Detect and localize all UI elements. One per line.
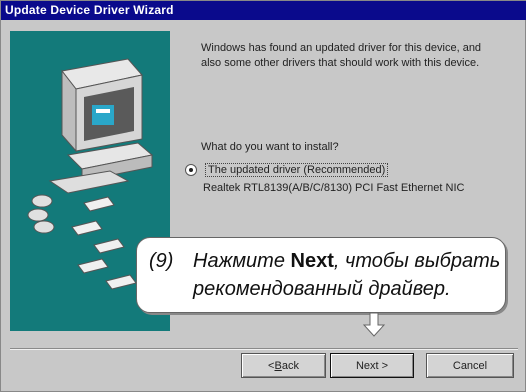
next-button[interactable]: Next > [330,353,414,378]
window-title: Update Device Driver Wizard [5,3,174,17]
callout-line-1: Нажмите Next, чтобы выбрать [193,250,500,273]
next-label: Next > [355,359,389,372]
option-updated-driver[interactable]: The updated driver (Recommended) [185,163,389,177]
callout-line-2: рекомендованный драйвер. [193,278,451,300]
cancel-label: Cancel [452,359,488,372]
back-button[interactable]: < Back [241,353,326,378]
cancel-button[interactable]: Cancel [426,353,514,378]
callout-line-1-pre: Нажмите [193,250,285,272]
window-icon-on-screen [92,105,114,125]
install-question: What do you want to install? [201,141,339,153]
callout-next-bold: Next [290,250,334,272]
back-label-suffix: ack [281,359,299,372]
message-line-2: also some other drivers that should work… [201,57,480,69]
radio-selected-icon[interactable] [185,164,197,177]
instruction-callout: (9) Нажмите Next, чтобы выбрать рекоменд… [136,237,506,313]
callout-line-1-post: , чтобы выбрать [333,250,501,272]
cd-disks-icon [27,194,55,234]
step-number: (9) [149,250,174,272]
message-line-1: Windows has found an updated driver for … [201,42,482,54]
keyboard [48,170,130,194]
back-label-mnemonic: B [274,359,282,372]
wizard-window: Update Device Driver Wizard Windows has … [0,0,526,392]
down-arrow-icon [362,313,386,337]
found-driver-message: Windows has found an updated driver for … [201,41,521,71]
option-label[interactable]: The updated driver (Recommended) [205,163,389,177]
title-bar[interactable]: Update Device Driver Wizard [1,1,526,20]
driver-detail: Realtek RTL8139(A/B/C/8130) PCI Fast Eth… [203,182,465,194]
window-icon-bar [96,109,110,113]
button-divider [10,348,518,350]
floppy-disks-icon [71,196,137,290]
